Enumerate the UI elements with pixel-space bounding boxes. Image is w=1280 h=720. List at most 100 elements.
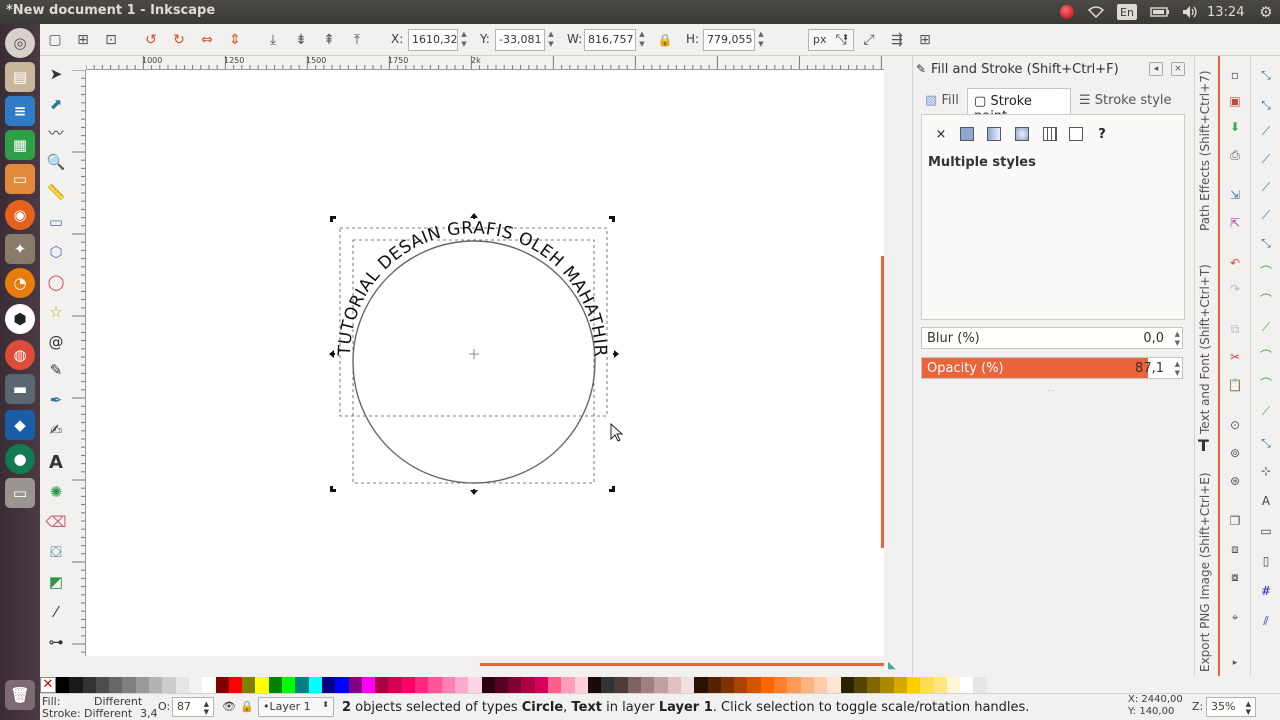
clone-icon[interactable]: ⧈ [1226,540,1244,558]
color-swatch[interactable] [680,677,695,693]
color-swatch[interactable] [853,677,868,693]
color-swatch[interactable] [335,677,349,693]
lock-ratio-icon[interactable]: 🔒 [654,29,676,51]
color-swatch[interactable] [494,677,509,693]
color-swatch[interactable] [654,677,668,693]
snap-bbox-corners-icon[interactable]: ⟋ [1257,150,1275,168]
color-swatch[interactable] [561,677,575,693]
color-swatch[interactable] [867,677,881,693]
clock[interactable]: 13:24 [1207,3,1244,21]
group-icon[interactable]: ⌖ [1226,608,1244,626]
record-indicator-icon[interactable] [1058,3,1076,21]
impress-icon[interactable]: ▭ [5,164,35,194]
layer-select[interactable]: •Layer 1 ⬍ [258,697,334,717]
snap-smooth-nodes-icon[interactable]: ⌒ [1257,346,1275,364]
opacity-input[interactable]: 87 ▲ ▼ [172,697,214,717]
resize-grip-icon[interactable]: ⋯ [1047,386,1055,395]
snap-rotation-center-icon[interactable]: ⊹ [1257,462,1275,480]
firefox-icon[interactable]: ◉ [5,200,35,230]
color-swatch[interactable] [707,677,721,693]
stroke-width-value[interactable]: 3,4 [140,707,158,720]
zoom-drawing-icon[interactable]: ⊚ [1226,444,1244,462]
snap-paths-icon[interactable]: ⌒ [1257,262,1275,280]
color-swatch[interactable] [95,677,110,693]
volume-icon[interactable] [1180,3,1200,21]
h-input[interactable]: 779,055 [703,29,755,51]
paste-icon[interactable]: 📋 [1226,376,1244,394]
snap-cusp-nodes-icon[interactable]: ⟋ [1257,318,1275,336]
color-swatch[interactable] [428,677,442,693]
color-swatch[interactable] [907,677,921,693]
color-swatch[interactable] [534,677,548,693]
lower-to-bottom-icon[interactable]: ⤓ [262,29,284,51]
scroll-corner-icon[interactable]: ◣ [888,660,896,671]
flip-vertical-icon[interactable]: ⇕ [224,29,246,51]
scale-stroke-icon[interactable]: ⤡ [830,29,852,51]
snap-nodes-icon[interactable]: ⤡ [1257,234,1275,252]
blender-icon[interactable]: ◔ [5,268,35,298]
opacity-slider[interactable]: Opacity (%) 87,1 ▲ ▼ [921,357,1183,379]
color-swatch[interactable] [282,677,296,693]
color-swatch[interactable] [800,677,814,693]
calligraphy-tool-icon[interactable]: ✍ [44,418,68,442]
app-icon[interactable]: ◆ [5,410,35,440]
color-swatch[interactable] [228,677,243,693]
color-swatch[interactable] [295,677,309,693]
tab-fill[interactable]: ▧ Fill [919,88,965,114]
raise-icon[interactable]: ⇞ [318,29,340,51]
save-icon[interactable]: ⬇ [1226,118,1244,136]
color-swatch[interactable] [601,677,615,693]
color-swatch[interactable] [747,677,761,693]
zoom-selection-icon[interactable]: ⊙ [1226,416,1244,434]
color-swatch[interactable] [627,677,642,693]
color-swatch[interactable] [175,677,189,693]
new-document-icon[interactable]: ▫ [1226,66,1244,84]
path-effects-tab[interactable]: Path Effects (Shift+Ctrl+7) [1198,70,1212,231]
color-swatch[interactable] [135,677,150,693]
ellipse-tool-icon[interactable]: ◯ [44,270,68,294]
zoom-tool-icon[interactable]: 🔍 [44,150,68,174]
color-swatch[interactable] [202,677,216,693]
tab-stroke-style[interactable]: ☰ Stroke style [1073,88,1179,114]
deselect-icon[interactable]: ⊡ [100,29,122,51]
color-swatch[interactable] [468,677,482,693]
color-swatch[interactable] [973,677,987,693]
trash-icon[interactable]: 🗑 [5,680,35,710]
color-swatch[interactable] [255,677,269,693]
undo-icon[interactable]: ↶ [1226,254,1244,272]
color-swatch[interactable] [109,677,123,693]
opacity-spinner[interactable]: ▲ ▼ [1175,360,1180,378]
snap-line-midpoints-icon[interactable]: ⌒ [1257,374,1275,392]
dash-icon[interactable]: ◎ [5,28,35,58]
rectangle-tool-icon[interactable]: ▭ [44,210,68,234]
y-input[interactable]: -33,081 [495,29,545,51]
gradient-tool-icon[interactable]: ◩ [44,570,68,594]
color-swatch[interactable] [361,677,376,693]
color-swatch[interactable] [547,677,562,693]
node-tool-icon[interactable]: ⬈ [44,92,68,116]
drive-icon[interactable]: ▭ [5,478,35,508]
move-patterns-icon[interactable]: ⊞ [914,29,936,51]
y-spinner[interactable]: ▲ ▼ [545,29,557,51]
color-swatch[interactable] [933,677,947,693]
color-swatch[interactable] [521,677,535,693]
zoom-input[interactable]: 35% ▲ ▼ [1206,697,1256,717]
color-swatch[interactable] [508,677,522,693]
color-swatch[interactable] [720,677,735,693]
spray-tool-icon[interactable]: ✺ [44,480,68,504]
bucket-tool-icon[interactable]: ⛋ [44,540,68,564]
color-swatch[interactable] [667,677,681,693]
snap-others-icon[interactable]: ⟋ [1257,402,1275,420]
connector-tool-icon[interactable]: ⊶ [44,630,68,654]
files-icon[interactable]: ▤ [5,62,35,92]
snap-bbox-centers-icon[interactable]: ⟋ [1257,206,1275,224]
color-swatch[interactable] [774,677,788,693]
color-swatch[interactable] [401,677,416,693]
more-commands-icon[interactable]: ▸ [1226,654,1244,672]
linear-gradient-button[interactable] [985,125,1003,143]
print-icon[interactable]: ⎙ [1226,146,1244,164]
vertical-scrollbar[interactable] [881,256,884,548]
unlink-clone-icon[interactable]: ⧇ [1226,568,1244,586]
flip-horizontal-icon[interactable]: ⇔ [196,29,218,51]
no-color-swatch[interactable]: ✕ [40,677,56,693]
